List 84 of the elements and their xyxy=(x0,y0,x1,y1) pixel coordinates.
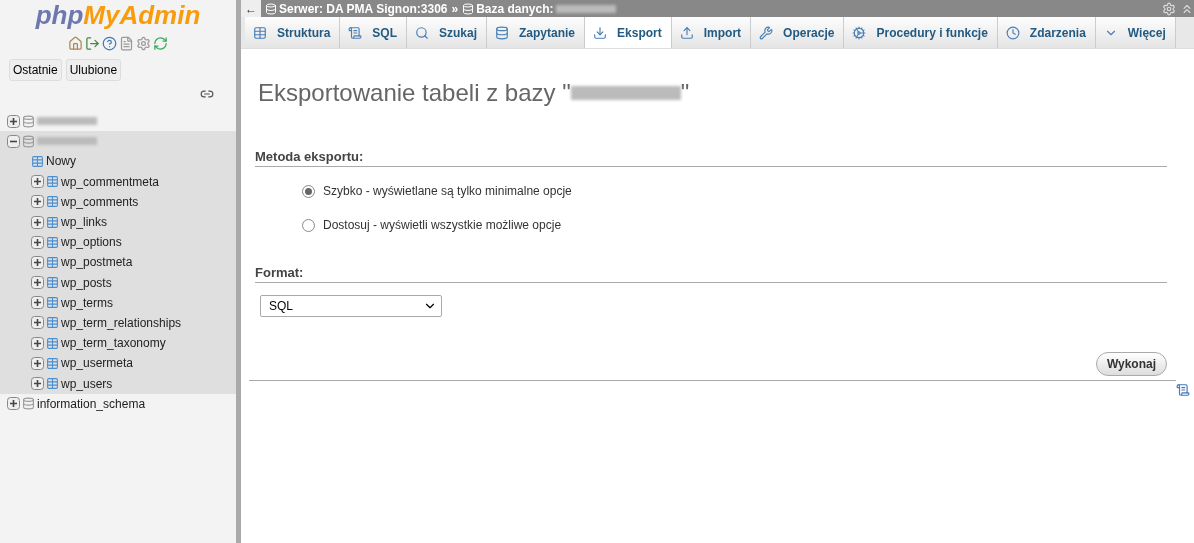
tab-icon xyxy=(593,25,608,40)
table-icon xyxy=(46,377,59,391)
tab[interactable]: Import xyxy=(671,17,752,48)
expand-icon[interactable] xyxy=(7,397,20,411)
blurred-name xyxy=(555,4,616,13)
table-icon xyxy=(46,215,59,229)
link-icon[interactable] xyxy=(200,87,214,101)
tab-icon xyxy=(1005,25,1020,40)
document-icon[interactable] xyxy=(119,36,134,51)
expand-icon[interactable] xyxy=(31,255,44,269)
table-icon xyxy=(46,276,59,290)
table-name[interactable]: wp_links xyxy=(61,215,108,230)
tab-icon xyxy=(759,25,774,40)
reload-icon[interactable] xyxy=(153,36,168,51)
table-name[interactable]: wp_postmeta xyxy=(61,255,133,270)
radio-button[interactable] xyxy=(302,184,315,198)
section-heading: Format: xyxy=(255,265,1167,283)
expand-icon[interactable] xyxy=(31,215,44,229)
table-name[interactable]: wp_usermeta xyxy=(61,356,134,371)
table-icon xyxy=(46,336,59,350)
tab-icon xyxy=(253,25,267,40)
table-icon xyxy=(46,316,59,330)
tab[interactable]: Szukaj xyxy=(407,17,488,48)
page-title: Eksportowanie tabeli z bazy " " xyxy=(258,79,691,107)
tab-icon xyxy=(852,25,867,40)
database-label[interactable]: Baza danych: xyxy=(476,1,554,16)
database-icon xyxy=(22,114,35,128)
table-name[interactable]: wp_posts xyxy=(61,275,112,290)
tab[interactable]: Procedury i funkcje xyxy=(844,17,998,48)
logout-icon[interactable] xyxy=(85,36,100,51)
format-select[interactable]: SQL xyxy=(260,295,442,317)
back-button[interactable]: ← xyxy=(241,0,261,17)
expand-icon[interactable] xyxy=(31,336,44,350)
table-icon xyxy=(46,195,59,209)
tab[interactable]: Więcej xyxy=(1095,17,1176,48)
radio-button[interactable] xyxy=(302,218,315,232)
table-icon xyxy=(46,175,59,189)
table-icon xyxy=(46,255,59,269)
database-icon xyxy=(462,2,475,15)
tab-icon xyxy=(415,25,429,40)
tab[interactable]: Operacje xyxy=(751,17,845,48)
logo[interactable]: phpMyAdmin xyxy=(0,0,236,32)
database-icon xyxy=(22,134,35,148)
server-link[interactable]: Serwer: DA PMA Signon:3306 xyxy=(279,1,448,16)
expand-icon[interactable] xyxy=(31,235,44,249)
expand-icon[interactable] xyxy=(31,356,44,370)
table-name[interactable]: wp_users xyxy=(61,376,113,391)
radio-label[interactable]: Dostosuj - wyświetli wszystkie możliwe opcje xyxy=(323,218,562,232)
table-icon xyxy=(46,235,59,249)
tab-icon xyxy=(679,25,694,40)
tab-icon xyxy=(348,25,363,40)
section-heading: Metoda eksportu: xyxy=(255,149,1167,167)
help-icon[interactable] xyxy=(102,36,117,51)
expand-icon[interactable] xyxy=(7,114,20,128)
table-name[interactable]: wp_term_relationships xyxy=(61,315,182,330)
submit-button[interactable]: Wykonaj xyxy=(1095,352,1167,376)
tab[interactable]: Eksport xyxy=(585,17,672,48)
expand-icon[interactable] xyxy=(31,316,44,330)
expand-icon[interactable] xyxy=(31,175,44,189)
table-name[interactable]: wp_term_taxonomy xyxy=(61,336,166,351)
table-icon xyxy=(46,356,59,370)
table-name[interactable]: wp_options xyxy=(61,235,122,250)
table-icon xyxy=(46,296,59,310)
tab[interactable]: Zapytanie xyxy=(487,17,586,48)
sidebar-button[interactable]: Ostatnie xyxy=(9,59,62,81)
expand-icon[interactable] xyxy=(31,377,44,391)
tab[interactable]: SQL xyxy=(340,17,407,48)
expand-icon[interactable] xyxy=(31,276,44,290)
table-name[interactable]: wp_comments xyxy=(61,194,139,209)
sidebar-button[interactable]: Ulubione xyxy=(65,59,122,81)
tab-icon xyxy=(495,25,510,40)
database-name[interactable]: information_schema xyxy=(37,396,146,411)
expand-icon[interactable] xyxy=(31,195,44,209)
radio-label[interactable]: Szybko - wyświetlane są tylko minimalne opcje xyxy=(323,184,572,198)
expand-icon[interactable] xyxy=(31,296,44,310)
database-icon xyxy=(22,397,35,411)
home-icon[interactable] xyxy=(68,36,83,51)
breadcrumb-separator: » xyxy=(451,1,459,16)
tab[interactable]: Zdarzenia xyxy=(997,17,1096,48)
collapse-icon[interactable] xyxy=(7,134,20,148)
table-name[interactable]: wp_terms xyxy=(61,295,113,310)
table-name[interactable]: wp_commentmeta xyxy=(61,174,160,189)
tab[interactable]: Struktura xyxy=(245,17,341,48)
table-name[interactable]: Nowy xyxy=(46,154,76,169)
